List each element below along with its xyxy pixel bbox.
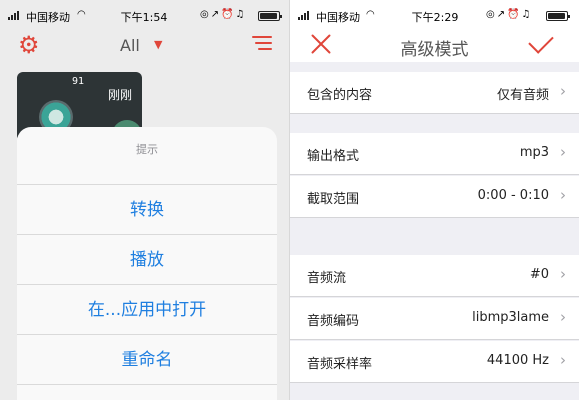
open-in-app-action[interactable]: 在...应用中打开: [17, 285, 277, 335]
filter-icon[interactable]: [252, 36, 272, 54]
settings-row-output-format[interactable]: 输出格式 mp3 ›: [290, 133, 579, 175]
status-bar: 中国移动 ◠ 下午2:29 ◎↗⏰♫: [290, 0, 579, 32]
right-nav-bar: 高级模式: [290, 28, 579, 62]
chevron-right-icon: ›: [560, 351, 566, 369]
filter-title[interactable]: All: [120, 36, 140, 55]
settings-row-audio-stream[interactable]: 音频流 #0 ›: [290, 255, 579, 297]
rename-action[interactable]: 重命名: [17, 335, 277, 385]
status-time: 下午1:54: [120, 11, 168, 24]
signal-icon: [8, 11, 19, 20]
settings-row-trim-range[interactable]: 截取范围 0:00 - 0:10 ›: [290, 176, 579, 218]
caret-down-icon[interactable]: ▼: [154, 38, 162, 51]
settings-row-sample-rate[interactable]: 音频采样率 44100 Hz ›: [290, 341, 579, 383]
row-value: mp3: [519, 145, 549, 160]
row-value: 仅有音频: [496, 88, 549, 103]
chevron-right-icon: ›: [560, 143, 566, 161]
status-icons: ◎↗⏰♫: [486, 9, 533, 20]
gear-icon[interactable]: ⚙: [18, 33, 42, 57]
status-icons: ◎↗⏰♫: [200, 9, 247, 20]
row-label: 截取范围: [307, 192, 360, 207]
battery-icon: [258, 11, 282, 21]
row-label: 音频编码: [307, 314, 360, 329]
thumbnail-timestamp: 刚刚: [107, 88, 132, 102]
row-value: #0: [529, 267, 549, 282]
status-bar: 中国移动 ◠ 下午1:54 ◎↗⏰♫: [0, 0, 289, 32]
chevron-right-icon: ›: [560, 186, 566, 204]
row-label: 输出格式: [307, 149, 360, 164]
row-value: 44100 Hz: [486, 353, 549, 368]
signal-icon: [298, 11, 309, 20]
action-sheet: 提示 转换 播放 在...应用中打开 重命名: [17, 127, 277, 400]
right-screen: 中国移动 ◠ 下午2:29 ◎↗⏰♫ 高级模式 包含的内容 仅有音频 › 输出格…: [290, 0, 579, 400]
row-label: 音频流: [307, 271, 347, 286]
row-value: 0:00 - 0:10: [477, 188, 549, 203]
carrier-label: 中国移动: [26, 11, 70, 24]
row-value: libmp3lame: [472, 310, 549, 325]
left-screen: 中国移动 ◠ 下午1:54 ◎↗⏰♫ ⚙ All ▼ 91 刚刚 提示 转换 播…: [0, 0, 289, 400]
chevron-right-icon: ›: [560, 265, 566, 283]
convert-action[interactable]: 转换: [17, 185, 277, 235]
left-nav-bar: ⚙ All ▼: [0, 30, 289, 60]
wifi-icon: ◠: [366, 9, 375, 20]
settings-row-content[interactable]: 包含的内容 仅有音频 ›: [290, 72, 579, 114]
chevron-right-icon: ›: [560, 82, 566, 100]
action-sheet-title: 提示: [17, 127, 277, 185]
play-action[interactable]: 播放: [17, 235, 277, 285]
wifi-icon: ◠: [77, 9, 86, 20]
chevron-right-icon: ›: [560, 308, 566, 326]
status-time: 下午2:29: [411, 11, 459, 24]
row-label: 音频采样率: [307, 357, 373, 372]
settings-row-audio-codec[interactable]: 音频编码 libmp3lame ›: [290, 298, 579, 340]
battery-icon: [546, 11, 570, 21]
carrier-label: 中国移动: [316, 11, 360, 24]
thumbnail-number: 91: [72, 76, 85, 87]
row-label: 包含的内容: [307, 88, 373, 103]
